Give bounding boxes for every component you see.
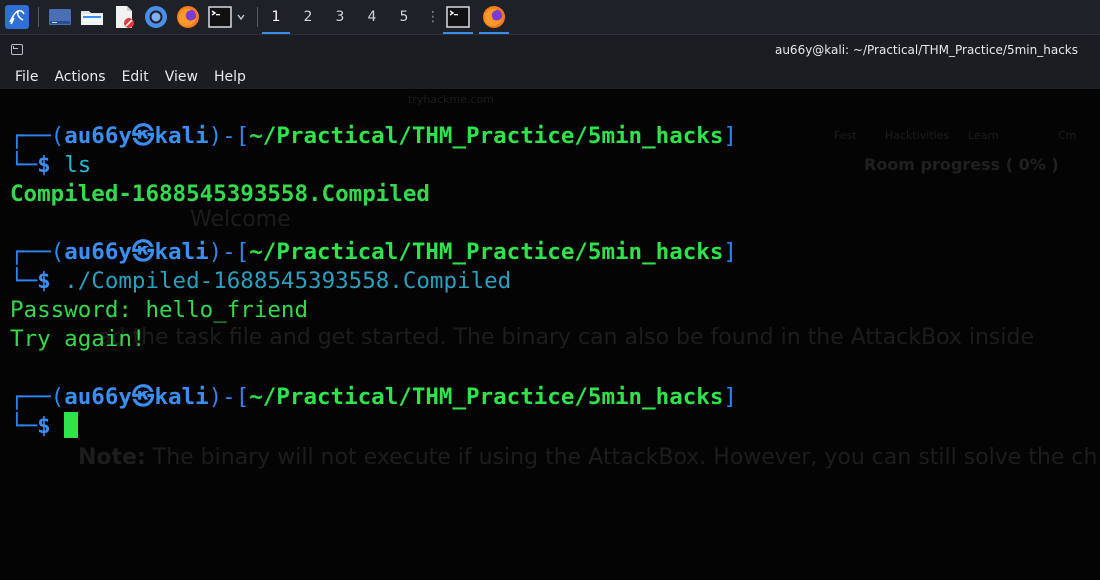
command-line: └─$ ./Compiled-1688545393558.Compiled [10, 266, 511, 296]
menu-actions[interactable]: Actions [46, 65, 113, 89]
background-note: Note: The binary will not execute if usi… [78, 445, 1097, 470]
firefox-task-button[interactable] [477, 0, 511, 34]
prompt-host: kali [154, 384, 209, 410]
window-list-handle-icon: ⋮ [426, 9, 440, 25]
command-text: ./Compiled-1688545393558.Compiled [64, 268, 512, 294]
prompt-open: ┌──( [10, 239, 65, 265]
terminal-launcher-icon[interactable] [207, 4, 233, 30]
chevron-down-icon[interactable] [235, 4, 247, 30]
workspace-2[interactable]: 2 [292, 0, 324, 34]
prompt-second: └─ [10, 152, 38, 178]
ls-output: Compiled-1688545393558.Compiled [10, 181, 430, 207]
prompt-close: ] [723, 123, 737, 149]
prompt-host: kali [154, 239, 209, 265]
prompt-path: ~/Practical/THM_Practice/5min_hacks [249, 384, 724, 410]
firefox-icon[interactable] [175, 4, 201, 30]
workspace-1[interactable]: 1 [260, 0, 292, 34]
prompt-path: ~/Practical/THM_Practice/5min_hacks [249, 239, 724, 265]
window-titlebar[interactable]: au66y@kali: ~/Practical/THM_Practice/5mi… [0, 35, 1100, 65]
desktop-icon[interactable] [47, 4, 73, 30]
workspace-5[interactable]: 5 [388, 0, 420, 34]
file-manager-icon[interactable] [79, 4, 105, 30]
chromium-icon[interactable] [143, 4, 169, 30]
prompt-close: ] [723, 239, 737, 265]
prompt-dollar: $ [37, 152, 51, 178]
text-cursor[interactable] [64, 412, 79, 438]
prompt-host: kali [154, 123, 209, 149]
prompt-mid: )-[ [208, 384, 250, 410]
background-note-label: Note: [78, 445, 146, 470]
taskbar: 1 2 3 4 5 ⋮ [0, 0, 1100, 35]
prompt-at: ㉿ [131, 123, 155, 149]
workspace-4[interactable]: 4 [356, 0, 388, 34]
prompt-at: ㉿ [131, 239, 155, 265]
command-text: ls [64, 152, 92, 178]
command-line: └─$ ls [10, 150, 91, 180]
taskbar-separator [257, 7, 258, 27]
background-task-text: ad the task file and get started. The bi… [98, 325, 1034, 350]
background-tab-2: Hacktivities [885, 129, 950, 142]
prompt-dollar: $ [37, 413, 51, 439]
menu-view[interactable]: View [157, 65, 206, 89]
background-url: tryhackme.com [408, 93, 494, 106]
prompt-path: ~/Practical/THM_Practice/5min_hacks [249, 123, 724, 149]
window-title: au66y@kali: ~/Practical/THM_Practice/5mi… [774, 43, 1078, 57]
prompt-open: ┌──( [10, 384, 65, 410]
program-output-line: Try again! [10, 326, 146, 352]
program-output-line: Password: hello_friend [10, 297, 309, 323]
prompt-line: ┌──(au66y㉿kali)-[~/Practical/THM_Practic… [10, 382, 737, 412]
background-room-progress: Room progress ( 0% ) [864, 155, 1059, 174]
kali-menu-icon[interactable] [4, 4, 30, 30]
workspace-3[interactable]: 3 [324, 0, 356, 34]
prompt-line: ┌──(au66y㉿kali)-[~/Practical/THM_Practic… [10, 237, 737, 267]
terminal-area[interactable]: tryhackme.com Fest Hacktivities Learn Cm… [0, 89, 1100, 580]
menu-edit[interactable]: Edit [114, 65, 157, 89]
prompt-dollar: $ [37, 268, 51, 294]
prompt-line: ┌──(au66y㉿kali)-[~/Practical/THM_Practic… [10, 121, 737, 151]
background-tab-4: Cm [1058, 129, 1077, 142]
prompt-user: au66y [64, 123, 132, 149]
text-editor-icon[interactable] [111, 4, 137, 30]
prompt-user: au66y [64, 239, 132, 265]
background-tab-3: Learn [968, 129, 999, 142]
background-note-text: The binary will not execute if using the… [145, 445, 1098, 470]
prompt-second: └─ [10, 268, 38, 294]
prompt-second: └─ [10, 413, 38, 439]
command-line: └─$ [10, 411, 79, 441]
firefox-task-icon [483, 6, 505, 28]
prompt-open: ┌──( [10, 123, 65, 149]
menubar: File Actions Edit View Help [0, 65, 1100, 89]
menu-help[interactable]: Help [206, 65, 254, 89]
background-welcome: Welcome [190, 207, 291, 232]
taskbar-separator [38, 7, 39, 27]
prompt-mid: )-[ [208, 239, 250, 265]
prompt-user: au66y [64, 384, 132, 410]
prompt-at: ㉿ [131, 384, 155, 410]
prompt-mid: )-[ [208, 123, 250, 149]
terminal-window-icon[interactable] [11, 44, 23, 55]
terminal-task-button[interactable] [441, 0, 475, 34]
terminal-task-icon [446, 6, 470, 28]
prompt-close: ] [723, 384, 737, 410]
menu-file[interactable]: File [0, 65, 46, 89]
background-tab-1: Fest [834, 129, 857, 142]
